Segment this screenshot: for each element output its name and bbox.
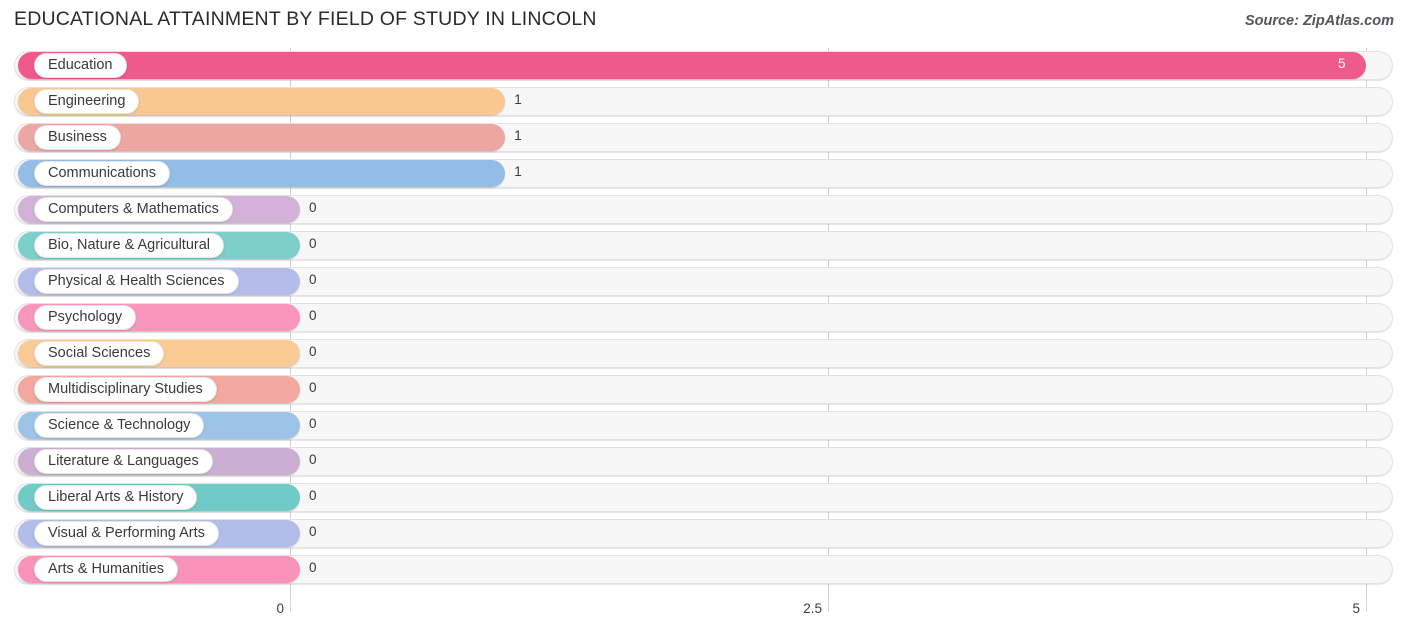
category-label: Education	[48, 57, 113, 74]
x-axis-tick-label: 5	[1352, 601, 1360, 616]
bar-value-label: 0	[309, 452, 317, 467]
category-label: Liberal Arts & History	[48, 489, 184, 506]
bar-value-label: 0	[309, 200, 317, 215]
bar-value-label: 0	[309, 560, 317, 575]
bar-value-label: 0	[309, 236, 317, 251]
bar-value-label: 0	[309, 308, 317, 323]
bar-value-label: 1	[514, 92, 522, 107]
category-label-pill: Communications	[34, 161, 170, 186]
table-row[interactable]: Business 1	[0, 120, 1406, 156]
table-row[interactable]: Social Sciences 0	[0, 336, 1406, 372]
category-label-pill: Bio, Nature & Agricultural	[34, 233, 224, 258]
category-label-pill: Computers & Mathematics	[34, 197, 233, 222]
table-row[interactable]: Education 5	[0, 48, 1406, 84]
category-label: Science & Technology	[48, 417, 191, 434]
bar-value-label: 0	[309, 524, 317, 539]
x-axis: 0 2.5 5	[0, 596, 1406, 631]
category-label: Visual & Performing Arts	[48, 525, 205, 542]
x-axis-tick-label: 2.5	[803, 601, 822, 616]
category-label: Multidisciplinary Studies	[48, 381, 203, 398]
category-label: Business	[48, 129, 107, 146]
x-axis-tick	[1366, 596, 1367, 612]
category-label: Engineering	[48, 93, 126, 110]
category-label: Literature & Languages	[48, 453, 199, 470]
category-label-pill: Multidisciplinary Studies	[34, 377, 217, 402]
bar-value-label: 0	[309, 272, 317, 287]
chart-plot-area: Education 5 Engineering 1 Business 1 Communica…	[0, 48, 1406, 596]
bar-value-label: 0	[309, 380, 317, 395]
page-title: EDUCATIONAL ATTAINMENT BY FIELD OF STUDY…	[14, 8, 597, 30]
table-row[interactable]: Engineering 1	[0, 84, 1406, 120]
category-label-pill: Physical & Health Sciences	[34, 269, 239, 294]
category-label: Computers & Mathematics	[48, 201, 219, 218]
category-label-pill: Liberal Arts & History	[34, 485, 198, 510]
category-label: Social Sciences	[48, 345, 151, 362]
category-label: Bio, Nature & Agricultural	[48, 237, 210, 254]
category-label-pill: Science & Technology	[34, 413, 205, 438]
category-label-pill: Psychology	[34, 305, 137, 330]
table-row[interactable]: Science & Technology 0	[0, 408, 1406, 444]
bar-value-label: 5	[1338, 56, 1346, 71]
category-label-pill: Visual & Performing Arts	[34, 521, 219, 546]
category-label-pill: Engineering	[34, 89, 140, 114]
table-row[interactable]: Computers & Mathematics 0	[0, 192, 1406, 228]
table-row[interactable]: Literature & Languages 0	[0, 444, 1406, 480]
table-row[interactable]: Liberal Arts & History 0	[0, 480, 1406, 516]
category-label-pill: Arts & Humanities	[34, 557, 179, 582]
table-row[interactable]: Communications 1	[0, 156, 1406, 192]
x-axis-tick	[290, 596, 291, 612]
category-label-pill: Literature & Languages	[34, 449, 213, 474]
table-row[interactable]: Arts & Humanities 0	[0, 552, 1406, 588]
x-axis-tick-label: 0	[276, 601, 284, 616]
bar-value-label: 0	[309, 488, 317, 503]
table-row[interactable]: Physical & Health Sciences 0	[0, 264, 1406, 300]
bar-value-label: 1	[514, 128, 522, 143]
category-label-pill: Education	[34, 53, 127, 78]
x-axis-tick	[828, 596, 829, 612]
bar-value-label: 0	[309, 344, 317, 359]
table-row[interactable]: Bio, Nature & Agricultural 0	[0, 228, 1406, 264]
table-row[interactable]: Multidisciplinary Studies 0	[0, 372, 1406, 408]
category-label: Arts & Humanities	[48, 561, 165, 578]
bar-value-label: 1	[514, 164, 522, 179]
source-attribution: Source: ZipAtlas.com	[1244, 13, 1394, 29]
bar-rows: Education 5 Engineering 1 Business 1 Communica…	[0, 48, 1406, 588]
chart-header: EDUCATIONAL ATTAINMENT BY FIELD OF STUDY…	[0, 0, 1406, 44]
bar-value-label: 0	[309, 416, 317, 431]
table-row[interactable]: Visual & Performing Arts 0	[0, 516, 1406, 552]
table-row[interactable]: Psychology 0	[0, 300, 1406, 336]
category-label: Communications	[48, 165, 156, 182]
bar-education[interactable]	[18, 52, 1366, 79]
category-label-pill: Business	[34, 125, 121, 150]
category-label: Psychology	[48, 309, 123, 326]
category-label: Physical & Health Sciences	[48, 273, 225, 290]
category-label-pill: Social Sciences	[34, 341, 165, 366]
